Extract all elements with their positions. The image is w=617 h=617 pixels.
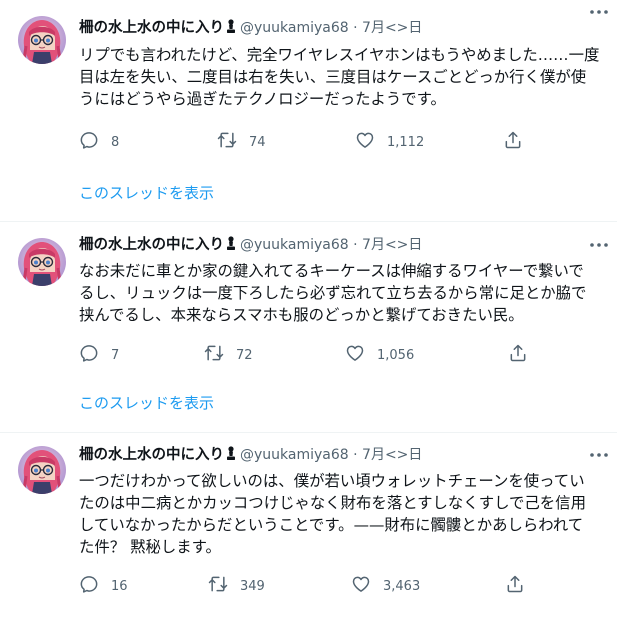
- chess-pawn-icon: [226, 18, 236, 42]
- tweet-header: 柵の水上水の中に入り @yuukamiya68 · 7月<>日: [79, 443, 589, 467]
- avatar[interactable]: [18, 238, 66, 286]
- tweet-actions: 7 72 1,056: [79, 343, 549, 367]
- like-button[interactable]: 1,112: [355, 130, 424, 154]
- reply-icon: [79, 574, 99, 598]
- author-name[interactable]: 柵の水上水の中に入り: [79, 20, 224, 36]
- heart-icon: [345, 343, 365, 367]
- like-count: 1,056: [377, 347, 415, 363]
- tweet-time[interactable]: 7月<>日: [362, 237, 422, 253]
- tweet-time[interactable]: 7月<>日: [362, 447, 422, 463]
- tweet-text-line: たのは中二病とかカッコつけじゃなく財布を落とすしなくすしで己を信用: [79, 494, 586, 512]
- avatar[interactable]: [18, 16, 66, 64]
- tweet[interactable]: 柵の水上水の中に入り @yuukamiya68 · 7月<>日 一つだけわかって欲…: [0, 433, 617, 617]
- tweet-header: 柵の水上水の中に入り @yuukamiya68 · 7月<>日: [79, 233, 589, 257]
- share-icon: [503, 130, 523, 154]
- tweet-text-line: していなかったからだということです。——財布に髑髏とかあしらわれて: [79, 516, 584, 534]
- tweet-text-line: リプでも言われたけど、完全ワイヤレスイヤホンはもうやめました……一度: [79, 46, 600, 64]
- more-options-icon[interactable]: [588, 235, 610, 255]
- author-name[interactable]: 柵の水上水の中に入り: [79, 447, 224, 463]
- heart-icon: [355, 130, 375, 154]
- show-thread-link[interactable]: このスレッドを表示: [79, 183, 214, 203]
- reply-count: 7: [111, 347, 120, 363]
- retweet-count: 74: [249, 134, 266, 150]
- chess-pawn-icon: [226, 445, 236, 469]
- tweet-text: なお未だに車とか家の鍵入れてるキーケースは伸縮するワイヤーで繋いで るし、リュッ…: [79, 260, 609, 326]
- avatar[interactable]: [18, 446, 66, 494]
- tweet-text-line: た件？ 黙秘します。: [79, 538, 221, 556]
- tweet-header: 柵の水上水の中に入り @yuukamiya68 · 7月<>日: [79, 16, 589, 40]
- tweet-text: リプでも言われたけど、完全ワイヤレスイヤホンはもうやめました……一度 目は左を失…: [79, 44, 609, 110]
- like-count: 1,112: [387, 134, 425, 150]
- reply-icon: [79, 343, 99, 367]
- author-handle[interactable]: @yuukamiya68: [240, 237, 349, 253]
- tweet-time[interactable]: 7月<>日: [362, 20, 422, 36]
- like-button[interactable]: 3,463: [351, 574, 420, 598]
- share-icon: [508, 343, 528, 367]
- retweet-count: 72: [236, 347, 253, 363]
- tweet-text-line: 一つだけわかって欲しいのは、僕が若い頃ウォレットチェーンを使ってい: [79, 472, 585, 490]
- tweet-actions: 8 74 1,112: [79, 130, 549, 154]
- share-button[interactable]: [508, 343, 528, 367]
- share-button[interactable]: [503, 130, 523, 154]
- retweet-count: 349: [240, 578, 265, 594]
- retweet-icon: [204, 343, 224, 367]
- show-thread-link[interactable]: このスレッドを表示: [79, 393, 214, 413]
- tweet-text-line: うにはどうやら過ぎたテクノロジーだったようです。: [79, 90, 446, 108]
- retweet-icon: [208, 574, 228, 598]
- tweet-text-line: るし、リュックは一度下ろしたら必ず忘れて立ち去るから常に足とか脇で: [79, 284, 587, 302]
- reply-icon: [79, 130, 99, 154]
- tweet-actions: 16 349 3,463: [79, 574, 549, 598]
- separator-dot: ·: [353, 20, 358, 36]
- retweet-button[interactable]: 72: [204, 343, 253, 367]
- reply-button[interactable]: 16: [79, 574, 128, 598]
- tweet-text-line: 挟んでるし、本来ならスマホも服のどっかと繋げておきたい民。: [79, 306, 524, 324]
- retweet-button[interactable]: 349: [208, 574, 265, 598]
- separator-dot: ·: [353, 447, 358, 463]
- author-handle[interactable]: @yuukamiya68: [240, 20, 349, 36]
- chess-pawn-icon: [226, 235, 236, 259]
- retweet-icon: [217, 130, 237, 154]
- more-options-icon[interactable]: [588, 2, 610, 22]
- reply-count: 8: [111, 134, 120, 150]
- more-options-icon[interactable]: [588, 445, 610, 465]
- retweet-button[interactable]: 74: [217, 130, 266, 154]
- tweet-text-line: なお未だに車とか家の鍵入れてるキーケースは伸縮するワイヤーで繋いで: [79, 262, 584, 280]
- author-handle[interactable]: @yuukamiya68: [240, 447, 349, 463]
- share-button[interactable]: [505, 574, 525, 598]
- reply-button[interactable]: 8: [79, 130, 119, 154]
- like-count: 3,463: [383, 578, 421, 594]
- heart-icon: [351, 574, 371, 598]
- tweet-text: 一つだけわかって欲しいのは、僕が若い頃ウォレットチェーンを使ってい たのは中二病…: [79, 470, 609, 558]
- share-icon: [505, 574, 525, 598]
- tweet-text-line: 目は左を失い、二度目は右を失い、三度目はケースごとどっか行く僕が使: [79, 68, 587, 86]
- separator-dot: ·: [353, 237, 358, 253]
- reply-button[interactable]: 7: [79, 343, 119, 367]
- like-button[interactable]: 1,056: [345, 343, 414, 367]
- reply-count: 16: [111, 578, 128, 594]
- tweet[interactable]: 柵の水上水の中に入り @yuukamiya68 · 7月<>日 リプでも言われたけ…: [0, 0, 617, 221]
- author-name[interactable]: 柵の水上水の中に入り: [79, 237, 224, 253]
- tweet[interactable]: 柵の水上水の中に入り @yuukamiya68 · 7月<>日 なお未だに車とか家…: [0, 222, 617, 432]
